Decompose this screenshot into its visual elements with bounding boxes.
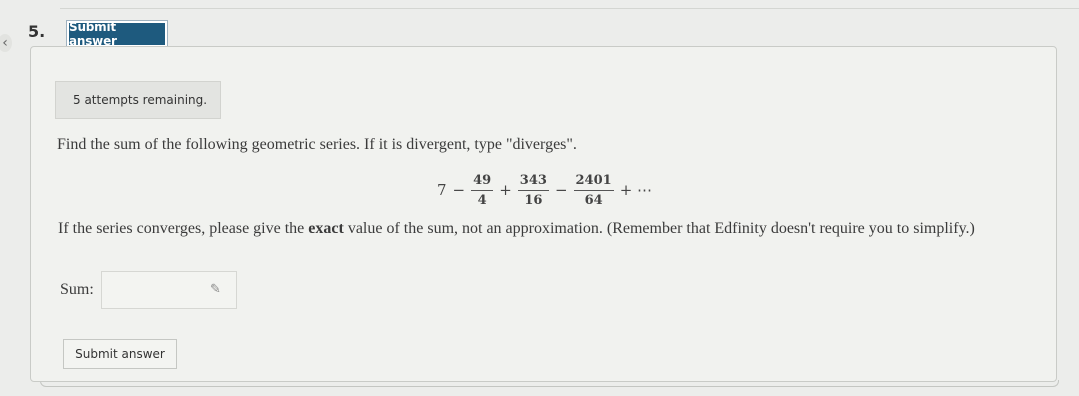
series-sign: − <box>452 181 466 199</box>
series-first-term: 7 <box>437 181 447 199</box>
submit-answer-button[interactable]: Submit answer <box>63 339 177 369</box>
pencil-icon[interactable]: ✎ <box>210 282 221 297</box>
submit-answer-button-top[interactable]: Submit answer <box>66 20 168 48</box>
series-term: 343 16 <box>517 173 549 208</box>
series-sign: + <box>499 181 512 199</box>
series-tail: + ⋯ <box>619 181 653 199</box>
note-text-end: value of the sum, not an approximation. … <box>343 220 975 237</box>
term-numerator: 343 <box>517 173 549 191</box>
series-term: 49 4 <box>471 173 494 208</box>
series-term: 2401 64 <box>573 173 614 208</box>
chevron-left-icon[interactable]: ‹ <box>0 34 12 52</box>
exact-value-note: If the series converges, please give the… <box>58 220 975 238</box>
note-emphasis: exact <box>308 220 344 237</box>
term-denominator: 16 <box>524 192 543 208</box>
term-denominator: 64 <box>584 192 603 208</box>
sum-label: Sum: <box>60 281 94 298</box>
term-numerator: 2401 <box>573 173 614 191</box>
series-sign: − <box>554 181 568 199</box>
top-divider <box>60 8 1079 9</box>
attempts-remaining-box: 5 attempts remaining. <box>55 81 221 119</box>
term-denominator: 4 <box>477 192 487 208</box>
question-prompt: Find the sum of the following geometric … <box>57 136 577 153</box>
series-expression: 7 − 49 4 + 343 16 − 2401 64 + ⋯ <box>437 168 658 212</box>
question-number: 5. <box>28 22 46 41</box>
term-numerator: 49 <box>471 173 494 191</box>
note-text-start: If the series converges, please give the <box>58 220 309 237</box>
attempts-text: 5 attempts remaining. <box>73 93 208 107</box>
sum-answer-input[interactable]: ✎ <box>101 271 237 309</box>
